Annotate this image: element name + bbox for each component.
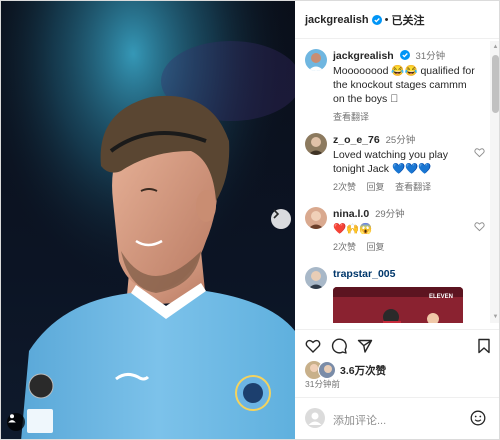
translate-link[interactable]: 查看翻译 [395,182,431,192]
reply-button[interactable]: 回复 [367,182,385,192]
commenter-avatar[interactable] [305,207,327,229]
heart-icon[interactable] [474,221,485,232]
commenter-avatar[interactable] [305,133,327,155]
comment-likes[interactable]: 2次赞 [333,182,356,192]
post-side-panel: jackgrealish • 已关注 jackgrealish 31分钟 Moo… [295,1,499,439]
post-modal: jackgrealish • 已关注 jackgrealish 31分钟 Moo… [0,0,500,440]
caption-text: Moooooood 😂😂 qualified for the knockout … [333,65,475,105]
comment-text: ❤️🙌😱 [333,223,373,235]
next-photo-button[interactable] [271,209,291,229]
action-bar [295,329,499,359]
heart-icon[interactable] [474,147,485,158]
avatar-image [305,267,327,289]
comment-likes[interactable]: 2次赞 [333,242,356,252]
commenter-avatar[interactable] [305,267,327,289]
likes-count[interactable]: 3.6万次赞 [340,363,386,378]
image-caption-text: ELEVEN [429,294,454,300]
player-photo-illustration [1,1,295,439]
comment-body: z_o_e_76 25分钟 Loved watching you play to… [333,133,479,194]
post-header: jackgrealish • 已关注 [295,1,499,39]
reply-button[interactable]: 回复 [367,242,385,252]
caption-username[interactable]: jackgrealish [333,50,394,62]
avatar-image [305,133,327,155]
current-user-avatar[interactable] [305,408,325,428]
share-icon[interactable] [357,338,373,354]
comment-username[interactable]: z_o_e_76 [333,134,380,146]
scroll-thumb[interactable] [492,55,499,113]
user-tag-icon[interactable] [7,413,25,431]
author-avatar[interactable] [305,49,327,71]
heart-icon[interactable] [305,338,321,354]
likes-row: 3.6万次赞 [305,361,386,379]
comment-username[interactable]: nina.l.0 [333,208,369,220]
separator-dot: • [384,13,389,26]
comment-time: 25分钟 [385,135,416,146]
comments-list: jackgrealish 31分钟 Moooooood 😂😂 qualified… [295,41,489,323]
author-username[interactable]: jackgrealish [305,14,369,26]
post-photo[interactable] [1,1,295,439]
add-comment-bar: 添加评论... [295,397,499,439]
caption-time: 31分钟 [415,51,446,62]
comment-icon[interactable] [331,338,347,354]
smiley-icon[interactable] [470,410,486,426]
comment-image[interactable]: ELEVEN [333,287,463,323]
comments-scrollbar[interactable]: ▲ ▼ [490,41,499,323]
post-timestamp[interactable]: 31分钟前 [305,378,340,390]
liker-avatar[interactable] [318,361,336,379]
caption-meta: 查看翻译 [333,110,479,124]
comment-username[interactable]: trapstar_005 [333,268,395,280]
comment-meta: 2次赞 回复 [333,240,479,254]
bookmark-icon[interactable] [476,338,492,354]
comment-body: nina.l.0 29分钟 ❤️🙌😱 2次赞 回复 [333,207,479,254]
avatar-image [319,362,335,378]
comment-text: Loved watching you play tonight Jack 💙💙💙 [333,149,448,175]
follow-status-button[interactable]: 已关注 [391,12,424,28]
comment-input[interactable]: 添加评论... [333,412,386,428]
avatar-image [305,49,327,71]
comment-meta: 2次赞 回复 查看翻译 [333,180,479,194]
scroll-down-arrow[interactable]: ▼ [492,313,499,321]
comment-time: 29分钟 [375,209,405,220]
caption-body: jackgrealish 31分钟 Moooooood 😂😂 qualified… [333,49,479,124]
person-icon [8,414,16,423]
translate-link[interactable]: 查看翻译 [333,112,369,122]
avatar-image [305,207,327,229]
scroll-up-arrow[interactable]: ▲ [492,43,499,51]
comment-body: trapstar_005 ELEVEN [333,267,479,323]
verified-badge-icon [371,14,382,25]
chevron-right-icon [273,209,280,219]
verified-badge-icon [399,50,410,60]
